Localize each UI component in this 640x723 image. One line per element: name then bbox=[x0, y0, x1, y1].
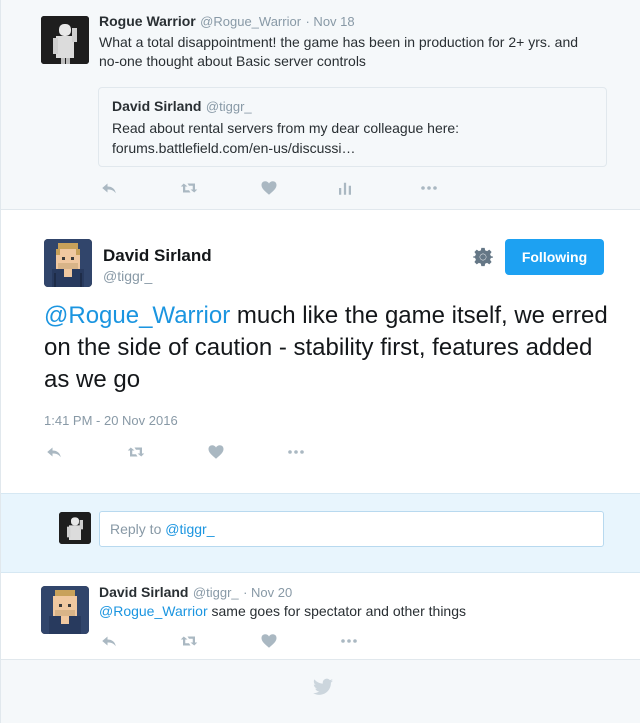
retweet-icon[interactable] bbox=[126, 442, 146, 462]
tweet-body: same goes for spectator and other things bbox=[207, 603, 467, 619]
avatar bbox=[59, 512, 91, 544]
avatar[interactable] bbox=[44, 239, 92, 287]
author-name[interactable]: David Sirland bbox=[99, 584, 188, 600]
reply-icon[interactable] bbox=[99, 178, 119, 198]
reply-icon[interactable] bbox=[99, 631, 119, 651]
more-icon[interactable] bbox=[286, 442, 306, 462]
tweet-timestamp[interactable]: 1:41 PM - 20 Nov 2016 bbox=[44, 413, 178, 428]
author-handle[interactable]: @Rogue_Warrior bbox=[200, 14, 301, 29]
mention-link[interactable]: @Rogue_Warrior bbox=[99, 603, 208, 619]
retweet-icon[interactable] bbox=[179, 631, 199, 651]
reply-placeholder-mention: @tiggr_ bbox=[165, 521, 215, 537]
reply-placeholder: Reply to bbox=[110, 521, 166, 537]
mention-link[interactable]: @Rogue_Warrior bbox=[44, 302, 230, 329]
quoted-tweet[interactable]: David Sirland @tiggr_ Read about rental … bbox=[98, 87, 607, 167]
avatar[interactable] bbox=[41, 586, 89, 634]
analytics-icon[interactable] bbox=[335, 178, 355, 198]
retweet-icon[interactable] bbox=[179, 178, 199, 198]
permalink-tweet: David Sirland @tiggr_ Following @Rogue_W… bbox=[1, 210, 640, 493]
footer bbox=[1, 660, 640, 723]
conversation-frame: Rogue Warrior @Rogue_Warrior · Nov 18 Wh… bbox=[0, 0, 640, 723]
gear-icon[interactable] bbox=[473, 247, 493, 267]
quoted-author-name: David Sirland bbox=[112, 98, 202, 114]
quoted-text-line2: forums.battlefield.com/en-us/discussi… bbox=[112, 140, 356, 156]
reply-icon[interactable] bbox=[44, 442, 64, 462]
following-button[interactable]: Following bbox=[505, 239, 604, 275]
author-name[interactable]: David Sirland bbox=[103, 246, 212, 266]
author-name[interactable]: Rogue Warrior bbox=[99, 13, 196, 29]
author-handle[interactable]: @tiggr_ bbox=[193, 585, 239, 600]
tweet-text: What a total disappointment! the game ha… bbox=[99, 34, 579, 69]
more-icon[interactable] bbox=[419, 178, 439, 198]
heart-icon[interactable] bbox=[206, 442, 226, 462]
tweet-actions bbox=[44, 442, 306, 462]
reply-input[interactable]: Reply to @tiggr_ bbox=[99, 511, 604, 547]
reply-tweet[interactable]: David Sirland @tiggr_ · Nov 20 @Rogue_Wa… bbox=[1, 573, 640, 660]
tweet-actions bbox=[99, 178, 439, 198]
tweet-actions bbox=[99, 631, 359, 651]
quoted-text-line1: Read about rental servers from my dear c… bbox=[112, 120, 460, 136]
more-icon[interactable] bbox=[339, 631, 359, 651]
ancestor-tweet[interactable]: Rogue Warrior @Rogue_Warrior · Nov 18 Wh… bbox=[1, 0, 640, 210]
avatar[interactable] bbox=[41, 16, 89, 64]
tweet-text: @Rogue_Warrior much like the game itself… bbox=[44, 300, 614, 396]
reply-composer: Reply to @tiggr_ bbox=[1, 493, 640, 573]
tweet-date[interactable]: · Nov 20 bbox=[243, 585, 292, 600]
twitter-bird-icon bbox=[313, 678, 333, 696]
tweet-date[interactable]: · Nov 18 bbox=[305, 14, 354, 29]
heart-icon[interactable] bbox=[259, 178, 279, 198]
quoted-author-handle: @tiggr_ bbox=[205, 99, 252, 114]
heart-icon[interactable] bbox=[259, 631, 279, 651]
author-handle[interactable]: @tiggr_ bbox=[103, 268, 152, 284]
tweet-text: @Rogue_Warrior same goes for spectator a… bbox=[99, 602, 466, 621]
